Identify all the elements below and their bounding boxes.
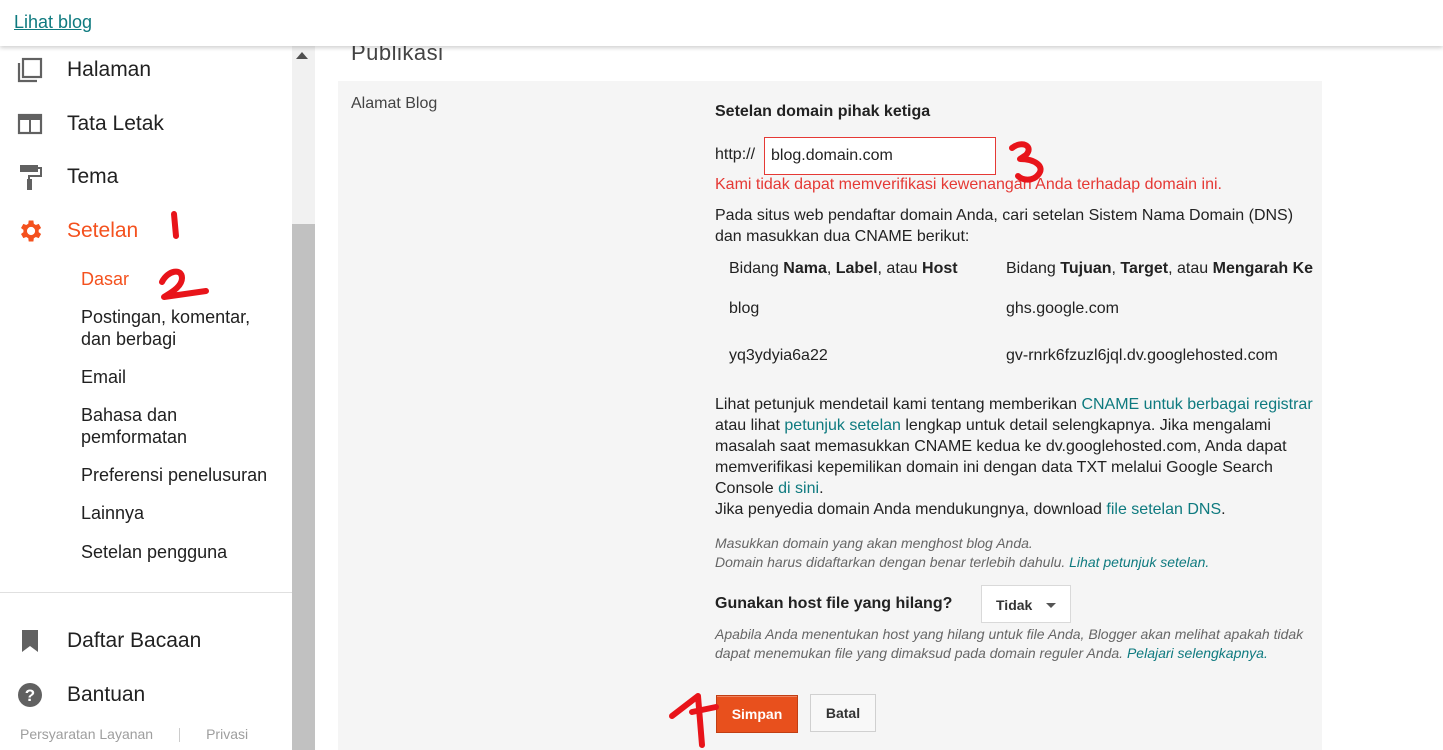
domain-input[interactable] xyxy=(764,137,996,175)
top-bar: Lihat blog xyxy=(0,0,1443,46)
view-setup-instructions-link[interactable]: Lihat petunjuk setelan. xyxy=(1069,554,1209,570)
dns-instructions: Pada situs web pendaftar domain Anda, ca… xyxy=(715,207,1294,245)
cname-registrars-link[interactable]: CNAME untuk berbagai registrar xyxy=(1081,396,1312,413)
gear-icon xyxy=(15,216,45,246)
footer-separator xyxy=(179,728,181,743)
missing-host-select[interactable]: Tidak xyxy=(981,585,1071,623)
sidebar-item-reading-list[interactable]: Daftar Bacaan xyxy=(0,621,292,661)
sidebar-subitem-search-preferences[interactable]: Preferensi penelusuran xyxy=(81,464,267,486)
sidebar-item-label: Setelan xyxy=(67,219,139,242)
sidebar-subitem-user-settings[interactable]: Setelan pengguna xyxy=(81,541,227,563)
sidebar-item-label: Tema xyxy=(67,165,119,188)
sidebar-subitem-basic[interactable]: Dasar xyxy=(81,268,129,290)
missing-host-label: Gunakan host file yang hilang? xyxy=(715,595,953,612)
setup-instructions-link[interactable]: petunjuk setelan xyxy=(784,417,901,434)
search-console-link[interactable]: di sini xyxy=(778,480,819,497)
http-prefix: http:// xyxy=(715,146,756,163)
sidebar-item-pages[interactable]: Halaman xyxy=(0,50,292,90)
save-button[interactable]: Simpan xyxy=(716,695,798,733)
sidebar-subitem-language-line1[interactable]: Bahasa dan xyxy=(81,404,177,426)
cname-row-2-name: yq3ydyia6a22 xyxy=(729,347,828,364)
svg-text:?: ? xyxy=(25,686,35,705)
learn-more-link[interactable]: Pelajari selengkapnya. xyxy=(1127,645,1268,661)
domain-hint: Masukkan domain yang akan menghost blog … xyxy=(715,535,1210,570)
sidebar-item-label: Daftar Bacaan xyxy=(67,629,202,652)
cname-row-2-target: gv-rnrk6fzuzl6jql.dv.googlehosted.com xyxy=(1006,347,1278,364)
bookmark-icon xyxy=(15,626,45,656)
missing-host-value: Tidak xyxy=(996,597,1033,613)
missing-host-hint: Apabila Anda menentukan host yang hilang… xyxy=(715,626,1304,661)
cancel-button[interactable]: Batal xyxy=(810,694,876,732)
cname-header-target: Bidang Tujuan, Target, atau Mengarah Ke xyxy=(1006,260,1314,277)
sidebar-item-theme[interactable]: Tema xyxy=(0,157,292,197)
theme-roller-icon xyxy=(15,162,45,192)
third-party-domain-heading: Setelan domain pihak ketiga xyxy=(715,103,931,120)
cname-row-1-name: blog xyxy=(729,300,760,317)
verification-error: Kami tidak dapat memverifikasi kewenanga… xyxy=(715,176,1222,193)
sidebar-subitem-posts-line2[interactable]: dan berbagi xyxy=(81,328,176,350)
privacy-link[interactable]: Privasi xyxy=(206,726,248,742)
sidebar-scrollbar-thumb[interactable] xyxy=(292,224,315,750)
sidebar: Halaman Tata Letak Tema Setelan Dasar Po… xyxy=(0,46,292,750)
sidebar-divider xyxy=(0,592,292,593)
sidebar-item-label: Tata Letak xyxy=(67,112,164,135)
pages-icon xyxy=(15,55,45,85)
sidebar-subitem-posts-line1[interactable]: Postingan, komentar, xyxy=(81,306,250,328)
blog-address-label: Alamat Blog xyxy=(351,95,438,112)
layout-icon xyxy=(15,109,45,139)
sidebar-item-label: Bantuan xyxy=(67,683,146,706)
dns-settings-file-link[interactable]: file setelan DNS xyxy=(1106,501,1221,518)
sidebar-item-layout[interactable]: Tata Letak xyxy=(0,104,292,144)
sidebar-footer: Persyaratan Layanan Privasi xyxy=(20,726,248,743)
scroll-up-arrow-icon[interactable] xyxy=(296,52,308,59)
sidebar-item-label: Halaman xyxy=(67,58,152,81)
sidebar-item-settings[interactable]: Setelan xyxy=(0,211,292,251)
cname-row-1-target: ghs.google.com xyxy=(1006,300,1119,317)
view-blog-link[interactable]: Lihat blog xyxy=(14,12,92,33)
sidebar-subitem-other[interactable]: Lainnya xyxy=(81,502,144,524)
help-icon: ? xyxy=(15,680,45,710)
sidebar-item-help[interactable]: ? Bantuan xyxy=(0,675,292,715)
sidebar-subitem-email[interactable]: Email xyxy=(81,366,126,388)
cname-header-name: Bidang Nama, Label, atau Host xyxy=(729,260,958,277)
chevron-down-icon xyxy=(1046,603,1056,608)
sidebar-subitem-language-line2[interactable]: pemformatan xyxy=(81,426,187,448)
detailed-instructions: Lihat petunjuk mendetail kami tentang me… xyxy=(715,396,1313,518)
terms-link[interactable]: Persyaratan Layanan xyxy=(20,726,153,742)
